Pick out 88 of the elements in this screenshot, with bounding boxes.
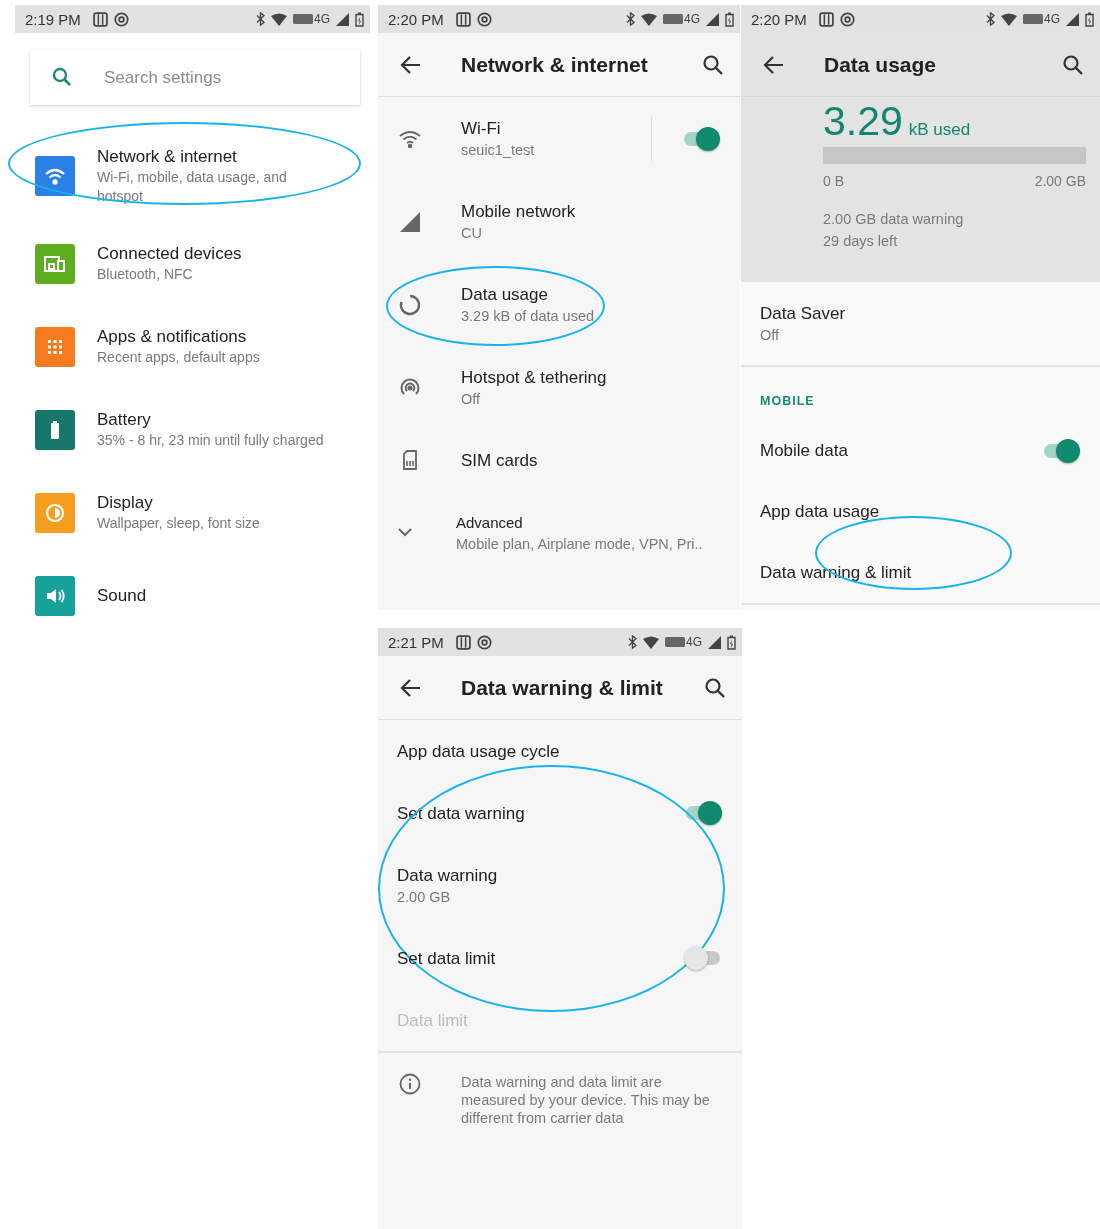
item-summary: Bluetooth, NFC bbox=[97, 265, 194, 284]
wifi-icon bbox=[1001, 12, 1017, 26]
wifi-icon bbox=[643, 635, 659, 649]
item-title: Data Saver bbox=[760, 303, 846, 325]
screen-title: Network & internet bbox=[461, 52, 648, 77]
item-title: Data warning bbox=[397, 865, 498, 887]
usage-amount: 3.29 bbox=[823, 99, 903, 143]
item-title: Data limit bbox=[397, 1009, 468, 1032]
storage-icon bbox=[455, 634, 471, 650]
item-summary: Off bbox=[760, 326, 781, 345]
signal-icon bbox=[706, 12, 719, 26]
storage-icon bbox=[818, 11, 834, 27]
item-title: App data usage bbox=[760, 501, 880, 523]
item-summary: Mobile plan, Airplane mode, VPN, Pri.. bbox=[456, 535, 703, 554]
search-icon[interactable] bbox=[1062, 53, 1084, 76]
item-summary: Wallpaper, sleep, font size bbox=[97, 514, 260, 533]
bluetooth-icon bbox=[626, 12, 635, 26]
warning-note: 2.00 GB data warning bbox=[823, 210, 965, 229]
status-time: 2:20 PM bbox=[751, 10, 807, 28]
item-summary: CU bbox=[461, 224, 483, 243]
item-title: Sound bbox=[97, 584, 147, 607]
item-title: Display bbox=[97, 492, 154, 514]
storage-icon bbox=[455, 11, 471, 27]
item-summary: Wi-Fi, mobile, data usage, and hotspot bbox=[97, 168, 288, 206]
item-summary: 3.29 kB of data used bbox=[461, 307, 594, 326]
item-summary: 2.00 GB bbox=[397, 888, 452, 907]
item-title: Data usage bbox=[461, 284, 549, 306]
item-title: Battery bbox=[97, 409, 152, 431]
days-left-note: 29 days left bbox=[823, 232, 899, 251]
item-title: Wi-Fi bbox=[461, 118, 502, 140]
item-summary: Off bbox=[461, 390, 482, 409]
item-title: App data usage cycle bbox=[397, 740, 560, 763]
scale-max-label: 2.00 GB bbox=[1034, 173, 1086, 189]
back-arrow-icon[interactable] bbox=[400, 53, 422, 76]
bluetooth-icon bbox=[256, 12, 265, 26]
battery-icon bbox=[725, 11, 734, 27]
item-summary: Recent apps, default apps bbox=[97, 348, 260, 367]
screen-title: Data warning & limit bbox=[461, 675, 663, 700]
network-type: 4G bbox=[686, 635, 702, 649]
status-time: 2:21 PM bbox=[388, 633, 444, 651]
info-note: Data warning and data limit are measured by your device. This may be different from carrier data bbox=[461, 1073, 711, 1127]
search-icon[interactable] bbox=[702, 53, 724, 76]
wifi-icon bbox=[271, 12, 287, 26]
item-title: Network & internet bbox=[97, 146, 238, 168]
item-title: SIM cards bbox=[461, 449, 538, 472]
network-type: 4G bbox=[1044, 12, 1060, 26]
toggle-switch[interactable] bbox=[1042, 438, 1080, 463]
toggle-switch[interactable] bbox=[682, 126, 720, 151]
status-time: 2:19 PM bbox=[25, 10, 81, 28]
battery-icon bbox=[727, 634, 736, 650]
info-icon bbox=[399, 1073, 421, 1095]
item-title: Connected devices bbox=[97, 243, 242, 265]
item-title: Mobile network bbox=[461, 201, 576, 223]
at-sign-icon bbox=[476, 634, 492, 650]
at-sign-icon bbox=[839, 11, 855, 27]
search-icon bbox=[52, 67, 72, 87]
bluetooth-icon bbox=[628, 635, 637, 649]
back-arrow-icon[interactable] bbox=[763, 53, 785, 76]
scale-min-label: 0 B bbox=[823, 173, 844, 189]
item-title: Hotspot & tethering bbox=[461, 367, 607, 389]
signal-icon bbox=[1066, 12, 1079, 26]
signal-icon bbox=[336, 12, 349, 26]
search-icon[interactable] bbox=[704, 676, 726, 699]
storage-icon bbox=[92, 11, 108, 27]
wifi-icon bbox=[641, 12, 657, 26]
search-field[interactable]: Search settings bbox=[30, 50, 360, 105]
usage-unit: kB used bbox=[908, 120, 971, 140]
network-type: 4G bbox=[684, 12, 700, 26]
back-arrow-icon[interactable] bbox=[400, 676, 422, 699]
at-sign-icon bbox=[476, 11, 492, 27]
bluetooth-icon bbox=[986, 12, 995, 26]
item-title: Apps & notifications bbox=[97, 326, 248, 348]
battery-icon bbox=[355, 11, 364, 27]
item-summary: 35% - 8 hr, 23 min until fully charged bbox=[97, 431, 324, 450]
item-summary: seuic1_test bbox=[461, 141, 535, 160]
signal-icon bbox=[708, 635, 721, 649]
item-title: Mobile data bbox=[760, 440, 848, 462]
network-type: 4G bbox=[314, 12, 330, 26]
screen-title: Data usage bbox=[824, 52, 937, 77]
item-title: Advanced bbox=[456, 513, 524, 533]
ring-icon bbox=[398, 292, 422, 317]
battery-icon bbox=[1085, 11, 1094, 27]
section-header: MOBILE bbox=[759, 393, 816, 410]
chevron-down-icon bbox=[398, 528, 412, 537]
toggle-switch[interactable] bbox=[684, 946, 722, 970]
status-time: 2:20 PM bbox=[388, 10, 444, 28]
toggle-switch[interactable] bbox=[684, 801, 722, 825]
at-sign-icon bbox=[113, 11, 129, 27]
